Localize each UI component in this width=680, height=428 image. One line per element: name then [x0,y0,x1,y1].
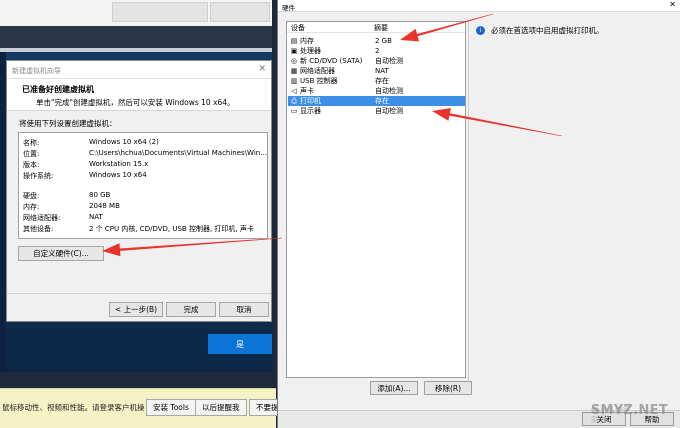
device-row[interactable]: ▥ USB 控制器 存在 [288,76,465,86]
device-name: 打印机 [300,97,321,105]
device-name: 网络适配器 [300,67,335,75]
device-name: 显示器 [300,107,321,115]
wizard-window-title: 新建虚拟机向导 [12,67,61,75]
close-icon[interactable]: ✕ [258,64,266,74]
device-row[interactable]: ▣ 处理器 2 [288,46,465,56]
host-window-top [0,0,272,26]
info-icon: i [476,26,485,35]
network-adapter-icon: ▦ [290,67,298,75]
summary-value: C:\Users\hchua\Documents\Virtual Machine… [89,149,269,157]
install-tools-button[interactable]: 安装 Tools [146,399,196,416]
device-name: USB 控制器 [300,77,338,85]
summary-key: 版本: [23,161,40,169]
wizard-subheading: 单击"完成"创建虚拟机，然后可以安装 Windows 10 x64。 [36,98,235,107]
summary-key: 操作系统: [23,172,54,180]
summary-key: 名称: [23,139,40,147]
hardware-dialog: 硬件 ✕ 设备 摘要 ▤ 内存 2 GB ▣ 处理器 2 ◎ 新 CD/DVD (SATA) 自… [277,0,680,428]
hardware-window-title: 硬件 [282,4,295,12]
cpu-icon: ▣ [290,47,298,55]
wizard-heading: 已准备好创建虚拟机 [22,85,94,94]
device-summary: 2 GB [375,37,392,45]
device-summary: 存在 [375,77,389,85]
back-button[interactable]: < 上一步(B) [109,302,163,317]
summary-key: 位置: [23,150,40,158]
hardware-titlebar: 硬件 ✕ [278,0,680,12]
add-device-button[interactable]: 添加(A)... [370,381,418,395]
host-tab[interactable] [210,2,270,22]
device-summary: 2 [375,47,380,55]
site-watermark: SMYZ.NET 值 什么值得买 [591,403,668,424]
sound-card-icon: ◁ [291,87,297,95]
summary-key: 其他设备: [23,225,54,233]
wizard-header: 已准备好创建虚拟机 单击"完成"创建虚拟机，然后可以安装 Windows 10 … [7,79,271,111]
remind-later-button[interactable]: 以后提醒我 [195,399,247,416]
printer-icon: ⎙ [291,96,297,105]
summary-key: 内存: [23,203,40,211]
device-summary: 自动检测 [375,107,403,115]
device-row[interactable]: ▤ 内存 2 GB [288,36,465,46]
dialog-separator [468,20,469,395]
device-row[interactable]: ◁ 声卡 自动检测 [288,86,465,96]
summary-value: Windows 10 x64 [89,171,147,179]
tools-notification-bar: 鼠标移动性、视频和性能。请登录客户机操 安装 Tools 以后提醒我 不要提 [0,388,286,428]
summary-value: Windows 10 x64 (2) [89,138,159,146]
column-device: 设备 [291,24,305,32]
summary-value: 80 GB [89,191,111,199]
wizard-titlebar: 新建虚拟机向导 ✕ [7,61,271,79]
device-list: 设备 摘要 ▤ 内存 2 GB ▣ 处理器 2 ◎ 新 CD/DVD (SATA) 自动检测 ▦ 网… [286,21,466,378]
summary-value: NAT [89,213,103,221]
tools-notification-message: 鼠标移动性、视频和性能。请登录客户机操 [2,403,145,412]
cancel-button[interactable]: 取消 [219,302,269,317]
summary-key: 网络适配器: [23,214,61,222]
remove-device-button[interactable]: 移除(R) [424,381,472,395]
device-list-header: 设备 摘要 [287,22,465,33]
close-icon[interactable]: ✕ [669,0,676,9]
device-summary: 自动检测 [375,57,403,65]
device-name: 内存 [300,37,314,45]
device-info: i 必须在首选项中启用虚拟打印机。 [476,25,604,36]
device-summary: 存在 [375,97,389,105]
host-toolbar-band [0,26,272,48]
summary-key: 硬盘: [23,192,40,200]
customize-hardware-button[interactable]: 自定义硬件(C)... [18,246,104,261]
summary-value: Workstation 15.x [89,160,149,168]
device-row[interactable]: ◎ 新 CD/DVD (SATA) 自动检测 [288,56,465,66]
wizard-separator [7,293,271,294]
watermark-sub: 值 什么值得买 [590,406,630,424]
device-row[interactable]: ▭ 显示器 自动检测 [288,106,465,116]
device-info-text: 必须在首选项中启用虚拟打印机。 [491,26,604,35]
host-tab[interactable] [112,2,208,22]
wizard-intro: 将使用下列设置创建虚拟机： [19,119,117,128]
setup-yes-button[interactable]: 是 [208,334,272,354]
cd-dvd-icon: ◎ [290,57,298,65]
settings-summary: 名称: Windows 10 x64 (2) 位置: C:\Users\hchu… [18,132,269,239]
device-row[interactable]: ▦ 网络适配器 NAT [288,66,465,76]
device-summary: NAT [375,67,389,75]
device-row[interactable]: ⎙ 打印机 存在 [288,96,465,106]
new-vm-wizard: 新建虚拟机向导 ✕ 已准备好创建虚拟机 单击"完成"创建虚拟机，然后可以安装 W… [6,60,272,322]
device-summary: 自动检测 [375,87,403,95]
device-name: 新 CD/DVD (SATA) [300,57,363,65]
device-name: 声卡 [300,87,314,95]
memory-icon: ▤ [290,37,298,45]
summary-value: 2048 MB [89,202,120,210]
summary-value: 2 个 CPU 内核, CD/DVD, USB 控制器, 打印机, 声卡 [89,225,254,233]
display-icon: ▭ [290,107,298,115]
column-summary: 摘要 [374,24,388,32]
device-name: 处理器 [300,47,321,55]
finish-button[interactable]: 完成 [166,302,216,317]
usb-icon: ▥ [290,77,298,85]
